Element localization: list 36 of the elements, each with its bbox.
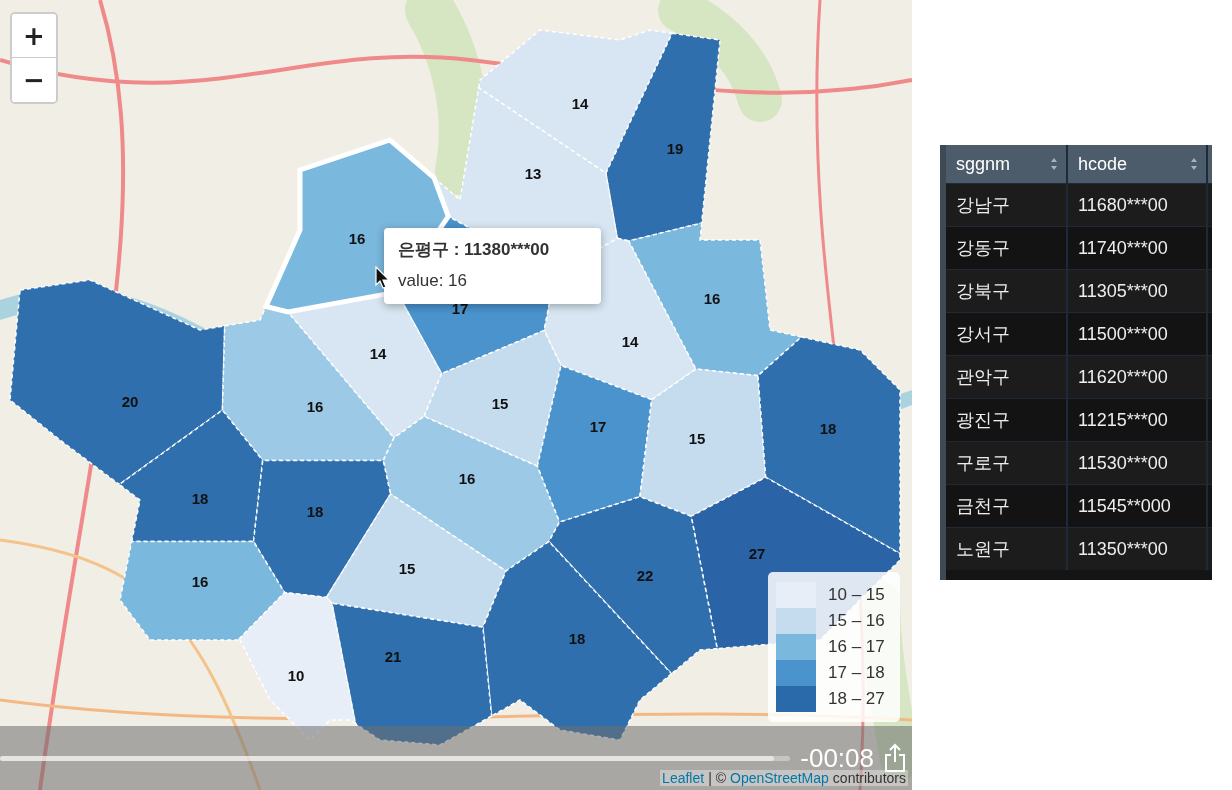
legend-label: 15 – 16: [828, 611, 885, 631]
district-value: 17: [451, 299, 469, 317]
district-value: 16: [348, 229, 366, 247]
district-value: 21: [384, 647, 402, 665]
district-value: 14: [369, 344, 387, 362]
district-value: 18: [819, 419, 837, 437]
district-value: 15: [398, 559, 416, 577]
district-value: 18: [568, 629, 586, 647]
district-value: 15: [491, 394, 509, 412]
district-value: 16: [458, 469, 476, 487]
district-value: 27: [748, 544, 766, 562]
attribution-text: contributors: [832, 770, 906, 786]
legend-label: 18 – 27: [828, 689, 885, 709]
district-value: 14: [571, 94, 589, 112]
district-value: 20: [121, 392, 139, 410]
district-value: 18: [191, 489, 209, 507]
district-value: 18: [306, 502, 324, 520]
district-value: 14: [621, 332, 639, 350]
tooltip-title: 은평구 : 11380***00: [398, 239, 551, 261]
table-cell: 노원구: [946, 528, 1068, 570]
attribution-text: | ©: [708, 770, 726, 786]
legend-label: 16 – 17: [828, 637, 885, 657]
district-value: 22: [636, 566, 654, 584]
legend-label: 17 – 18: [828, 663, 885, 683]
district-value: 16: [191, 572, 209, 590]
district-value: 10: [287, 666, 305, 684]
district-value: 15: [688, 429, 706, 447]
tooltip-value: value: 16: [398, 271, 468, 291]
remaining-time: -00:08: [800, 742, 874, 773]
district-value: 13: [524, 164, 542, 182]
district-value: 19: [666, 139, 684, 157]
district-value: 16: [703, 289, 721, 307]
table-cell: 11350***00: [1068, 528, 1208, 570]
district-value: 16: [306, 397, 324, 415]
legend-label: 10 – 15: [828, 585, 885, 605]
district-value: 17: [589, 417, 607, 435]
